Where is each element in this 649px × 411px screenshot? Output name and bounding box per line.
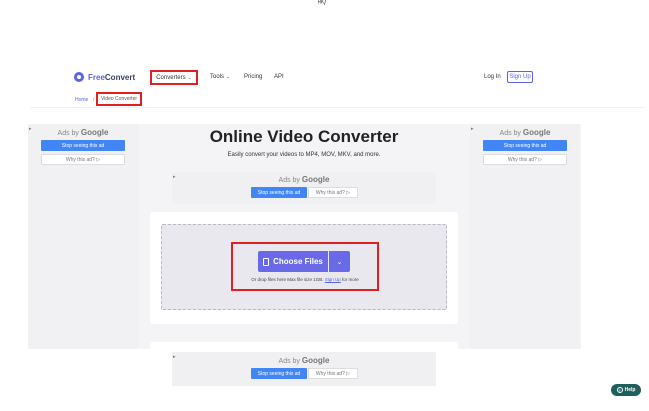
choose-files-dropdown[interactable]: ⌄	[329, 251, 350, 272]
stop-seeing-ad-button[interactable]: Stop seeing this ad	[251, 368, 307, 379]
login-link[interactable]: Log In	[484, 74, 501, 80]
page-title: Online Video Converter	[209, 127, 399, 146]
nav-converters-label: Converters	[156, 74, 186, 81]
nav-pricing[interactable]: Pricing	[244, 74, 262, 80]
breadcrumb: Home / Video Converter	[30, 92, 645, 108]
chevron-down-icon: ⌄	[187, 74, 192, 81]
ads-by-google: Ads by Google	[57, 128, 109, 137]
why-this-ad-button[interactable]: Why this ad? ▷	[41, 154, 125, 165]
bottom-ad: ▸ Ads by Google Stop seeing this ad Why …	[172, 352, 436, 386]
stop-seeing-ad-button[interactable]: Stop seeing this ad	[483, 140, 567, 151]
breadcrumb-home[interactable]: Home	[75, 97, 88, 103]
why-this-ad-button[interactable]: Why this ad? ▷	[483, 154, 567, 165]
help-button[interactable]: ? Help	[611, 384, 641, 396]
site-header: FreeConvert Converters ⌄ Tools ⌄ Pricing…	[30, 62, 645, 94]
ads-by-google: Ads by Google	[278, 356, 330, 365]
help-icon: ?	[616, 387, 623, 393]
left-ad: ▸ Ads by Google Stop seeing this ad Why …	[28, 124, 138, 349]
right-ad: ▸ Ads by Google Stop seeing this ad Why …	[470, 124, 580, 349]
nav-tools-label: Tools	[210, 74, 225, 80]
stop-seeing-ad-button[interactable]: Stop seeing this ad	[251, 187, 307, 198]
ads-by-google: Ads by Google	[499, 128, 551, 137]
choose-files-button[interactable]: Choose Files	[258, 251, 328, 272]
top-mark: ᴿᴷ/	[318, 0, 327, 7]
drop-hint: Or drop files here Max file size 1GB. Si…	[251, 277, 359, 282]
nav-tools[interactable]: Tools ⌄	[210, 74, 230, 80]
stop-seeing-ad-button[interactable]: Stop seeing this ad	[41, 140, 125, 151]
breadcrumb-current: Video Converter	[96, 92, 142, 106]
signup-button[interactable]: Sign Up	[507, 71, 533, 83]
middle-ad: ▸ Ads by Google Stop seeing this ad Why …	[172, 172, 436, 204]
logo-text: FreeConvert	[88, 72, 136, 82]
why-this-ad-button[interactable]: Why this ad? ▷	[308, 368, 358, 379]
ads-by-google: Ads by Google	[278, 175, 330, 184]
chevron-down-icon: ⌄	[336, 258, 343, 266]
freeconvert-logo[interactable]: FreeConvert	[74, 72, 135, 82]
nav-api[interactable]: API	[274, 74, 284, 80]
hint-signup-link[interactable]: Sign Up	[325, 277, 341, 282]
logo-icon	[74, 72, 84, 82]
chevron-down-icon: ⌄	[225, 74, 230, 80]
page-subtitle: Easily convert your videos to MP4, MOV, …	[227, 152, 381, 158]
choose-files-label: Choose Files	[273, 257, 323, 266]
help-label: Help	[624, 387, 636, 393]
nav-converters[interactable]: Converters ⌄	[150, 70, 198, 85]
file-icon	[263, 257, 270, 266]
why-this-ad-button[interactable]: Why this ad? ▷	[308, 187, 358, 198]
breadcrumb-separator: /	[93, 97, 95, 103]
